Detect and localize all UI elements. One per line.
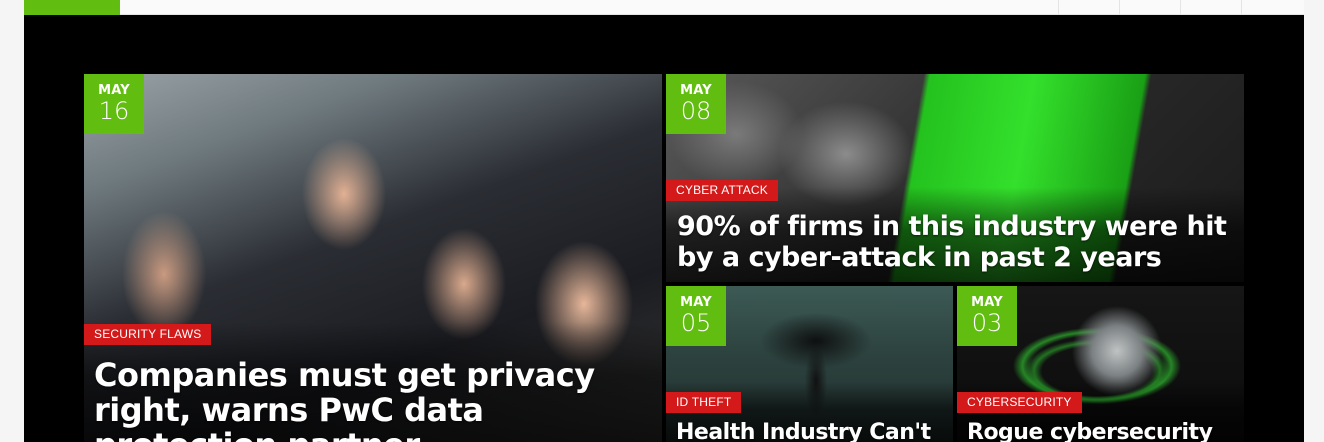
date-month: MAY [680,83,712,98]
featured-post-card[interactable]: MAY 05 ID THEFT Health Industry Can't [666,286,953,442]
post-title-link[interactable]: Health Industry Can't [676,420,953,442]
nav-icon-button-3[interactable] [1180,0,1241,15]
post-date-badge: MAY 08 [666,74,726,134]
category-badge[interactable]: SECURITY FLAWS [84,324,212,345]
featured-post-card[interactable]: MAY 08 CYBER ATTACK 90% of firms in this… [666,74,1244,282]
post-date-badge: MAY 05 [666,286,726,346]
date-month: MAY [971,295,1003,310]
category-badge[interactable]: ID THEFT [666,392,742,413]
featured-post-card[interactable]: MAY 03 CYBERSECURITY Rogue cybersecurity [957,286,1244,442]
post-date-badge: MAY 03 [957,286,1017,346]
date-day: 16 [98,97,130,125]
post-title-link[interactable]: 90% of firms in this industry were hit b… [677,211,1237,273]
date-month: MAY [98,83,130,98]
nav-icon-button-2[interactable] [1119,0,1180,15]
nav-icon-button-4[interactable] [1241,0,1302,15]
category-badge[interactable]: CYBER ATTACK [666,180,778,201]
featured-posts-section: MAY 16 SECURITY FLAWS Companies must get… [24,15,1304,442]
post-title-link[interactable]: Rogue cybersecurity [967,420,1244,442]
category-badge[interactable]: CYBERSECURITY [957,392,1082,413]
post-title-link[interactable]: Companies must get privacy right, warns … [94,358,634,442]
post-date-badge: MAY 16 [84,74,144,134]
nav-icon-button-1[interactable] [1058,0,1119,15]
date-day: 05 [680,309,712,337]
date-day: 03 [971,309,1003,337]
featured-post-card[interactable]: MAY 16 SECURITY FLAWS Companies must get… [84,74,662,442]
top-navigation-bar [24,0,1304,15]
nav-active-tab[interactable] [24,0,120,15]
date-day: 08 [680,97,712,125]
date-month: MAY [680,295,712,310]
